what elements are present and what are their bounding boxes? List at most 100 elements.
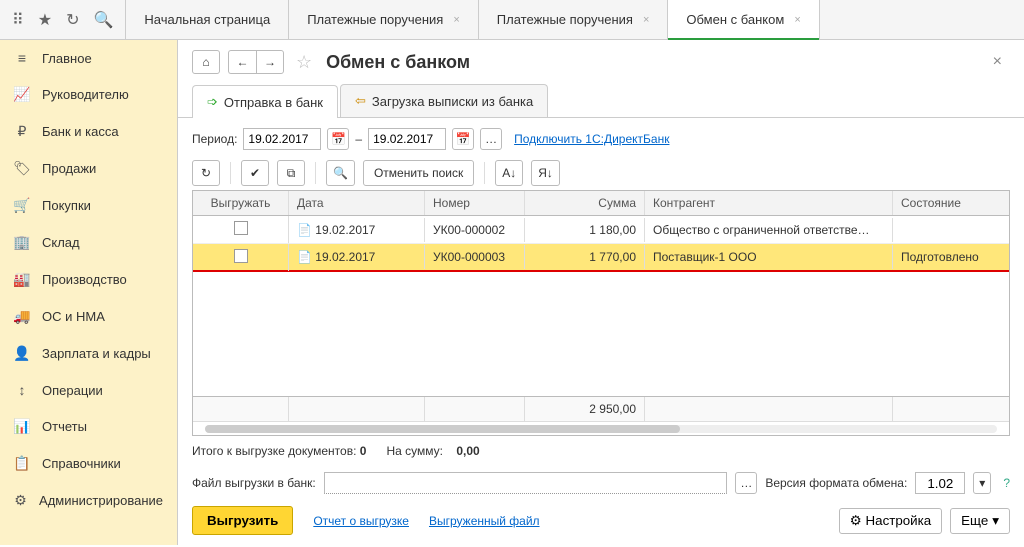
truck-icon: 🚚 <box>14 308 30 325</box>
period-more-button[interactable]: … <box>480 128 502 150</box>
sidebar: ≡Главное 📈Руководителю ₽Банк и касса 🏷Пр… <box>0 40 178 545</box>
grid-footer: 2 950,00 <box>193 396 1009 421</box>
sidebar-item-warehouse[interactable]: 🏢Склад <box>0 224 177 261</box>
date-from-input[interactable] <box>243 128 321 150</box>
tag-icon: 🏷 <box>14 160 30 177</box>
period-row: Период: 📅 – 📅 … Подключить 1С:ДиректБанк <box>192 128 1010 150</box>
calendar-to-icon[interactable]: 📅 <box>452 128 474 150</box>
forward-button[interactable]: → <box>256 50 284 74</box>
col-export[interactable]: Выгружать <box>193 191 289 215</box>
sidebar-item-purchases[interactable]: 🛒Покупки <box>0 187 177 224</box>
topbar: ⠿ ★ ↻ 🔍 Начальная страница Платежные пор… <box>0 0 1024 40</box>
sidebar-item-sales[interactable]: 🏷Продажи <box>0 150 177 187</box>
subtab-load[interactable]: ⇦Загрузка выписки из банка <box>340 84 548 117</box>
gear-icon: ⚙ <box>14 492 27 509</box>
col-state[interactable]: Состояние <box>893 191 1009 215</box>
star-icon[interactable]: ★ <box>38 10 52 30</box>
doc-icon: 📄 <box>297 250 312 264</box>
home-button[interactable]: ⌂ <box>192 50 220 74</box>
version-dropdown-icon[interactable]: ▾ <box>973 472 991 494</box>
search-icon[interactable]: 🔍 <box>93 10 113 30</box>
tab-payments-2[interactable]: Платежные поручения× <box>479 0 669 39</box>
sort-asc-button[interactable]: A↓ <box>495 160 523 186</box>
date-to-input[interactable] <box>368 128 446 150</box>
file-path-input[interactable] <box>324 472 728 494</box>
sidebar-item-os-nma[interactable]: 🚚ОС и НМА <box>0 298 177 335</box>
person-icon: 👤 <box>14 345 30 362</box>
summary: Итого к выгрузке документов: 0 На сумму:… <box>192 436 1010 466</box>
menu-icon: ≡ <box>14 50 30 66</box>
export-report-link[interactable]: Отчет о выгрузке <box>313 514 409 528</box>
content: ⌂ ← → ☆ Обмен с банком × ➩Отправка в бан… <box>178 40 1024 545</box>
subtabs: ➩Отправка в банк ⇦Загрузка выписки из ба… <box>178 84 1024 118</box>
favorite-icon[interactable]: ☆ <box>296 52 312 73</box>
sidebar-item-operations[interactable]: ↕Операции <box>0 372 177 408</box>
transfer-icon: ↕ <box>14 382 30 398</box>
col-date[interactable]: Дата <box>289 191 425 215</box>
close-page-button[interactable]: × <box>985 53 1010 71</box>
copy-button[interactable]: ⧉ <box>277 160 305 186</box>
tab-home[interactable]: Начальная страница <box>126 0 289 39</box>
version-label: Версия формата обмена: <box>765 476 907 490</box>
sidebar-item-admin[interactable]: ⚙Администрирование <box>0 482 177 519</box>
ruble-icon: ₽ <box>14 123 30 140</box>
table-row[interactable]: 📄 19.02.2017 УК00-000003 1 770,00 Постав… <box>193 244 1009 272</box>
close-icon[interactable]: × <box>643 14 649 26</box>
cancel-search-button[interactable]: Отменить поиск <box>363 160 474 186</box>
row-checkbox[interactable] <box>234 249 248 263</box>
close-icon[interactable]: × <box>794 14 800 26</box>
title-row: ⌂ ← → ☆ Обмен с банком × <box>178 40 1024 84</box>
sidebar-item-manager[interactable]: 📈Руководителю <box>0 76 177 113</box>
close-icon[interactable]: × <box>453 14 459 26</box>
load-icon: ⇦ <box>355 93 366 109</box>
doc-icon: 📄 <box>297 223 312 237</box>
help-icon[interactable]: ? <box>1003 476 1010 490</box>
subtab-send[interactable]: ➩Отправка в банк <box>192 85 338 118</box>
col-number[interactable]: Номер <box>425 191 525 215</box>
send-icon: ➩ <box>207 94 218 110</box>
chart-icon: 📈 <box>14 86 30 103</box>
sidebar-item-reports[interactable]: 📊Отчеты <box>0 408 177 445</box>
settings-button[interactable]: ⚙Настройка <box>839 508 943 534</box>
cart-icon: 🛒 <box>14 197 30 214</box>
total-sum: 2 950,00 <box>525 397 645 421</box>
sidebar-item-bank[interactable]: ₽Банк и касса <box>0 113 177 150</box>
check-button[interactable]: ✔ <box>241 160 269 186</box>
direct-bank-link[interactable]: Подключить 1С:ДиректБанк <box>514 132 669 146</box>
sidebar-item-main[interactable]: ≡Главное <box>0 40 177 76</box>
gear-icon: ⚙ <box>850 513 862 529</box>
factory-icon: 🏭 <box>14 271 30 288</box>
tab-payments-1[interactable]: Платежные поручения× <box>289 0 479 39</box>
col-sum[interactable]: Сумма <box>525 191 645 215</box>
find-button[interactable]: 🔍 <box>326 160 355 186</box>
col-agent[interactable]: Контрагент <box>645 191 893 215</box>
row-checkbox[interactable] <box>234 221 248 235</box>
sidebar-item-salary[interactable]: 👤Зарплата и кадры <box>0 335 177 372</box>
refresh-button[interactable]: ↻ <box>192 160 220 186</box>
sidebar-item-catalogs[interactable]: 📋Справочники <box>0 445 177 482</box>
sort-desc-button[interactable]: Я↓ <box>531 160 560 186</box>
grid: Выгружать Дата Номер Сумма Контрагент Со… <box>192 190 1010 436</box>
period-label: Период: <box>192 132 237 146</box>
grid-header: Выгружать Дата Номер Сумма Контрагент Со… <box>193 191 1009 216</box>
report-icon: 📊 <box>14 418 30 435</box>
h-scrollbar[interactable] <box>193 421 1009 435</box>
tab-bank-exchange[interactable]: Обмен с банком× <box>668 0 819 39</box>
more-button[interactable]: Еще ▾ <box>950 508 1010 534</box>
table-row[interactable]: 📄 19.02.2017 УК00-000002 1 180,00 Общест… <box>193 216 1009 244</box>
grid-toolbar: ↻ ✔ ⧉ 🔍 Отменить поиск A↓ Я↓ <box>192 160 1010 186</box>
exported-file-link[interactable]: Выгруженный файл <box>429 514 540 528</box>
apps-icon[interactable]: ⠿ <box>12 10 24 30</box>
topbar-icons: ⠿ ★ ↻ 🔍 <box>0 0 126 39</box>
export-button[interactable]: Выгрузить <box>192 506 293 535</box>
back-button[interactable]: ← <box>228 50 256 74</box>
sidebar-item-production[interactable]: 🏭Производство <box>0 261 177 298</box>
history-icon[interactable]: ↻ <box>66 10 79 30</box>
grid-body: 📄 19.02.2017 УК00-000002 1 180,00 Общест… <box>193 216 1009 396</box>
page-title: Обмен с банком <box>326 52 470 73</box>
file-browse-button[interactable]: … <box>735 472 757 494</box>
version-input[interactable] <box>915 472 965 494</box>
building-icon: 🏢 <box>14 234 30 251</box>
file-label: Файл выгрузки в банк: <box>192 476 316 490</box>
calendar-from-icon[interactable]: 📅 <box>327 128 349 150</box>
